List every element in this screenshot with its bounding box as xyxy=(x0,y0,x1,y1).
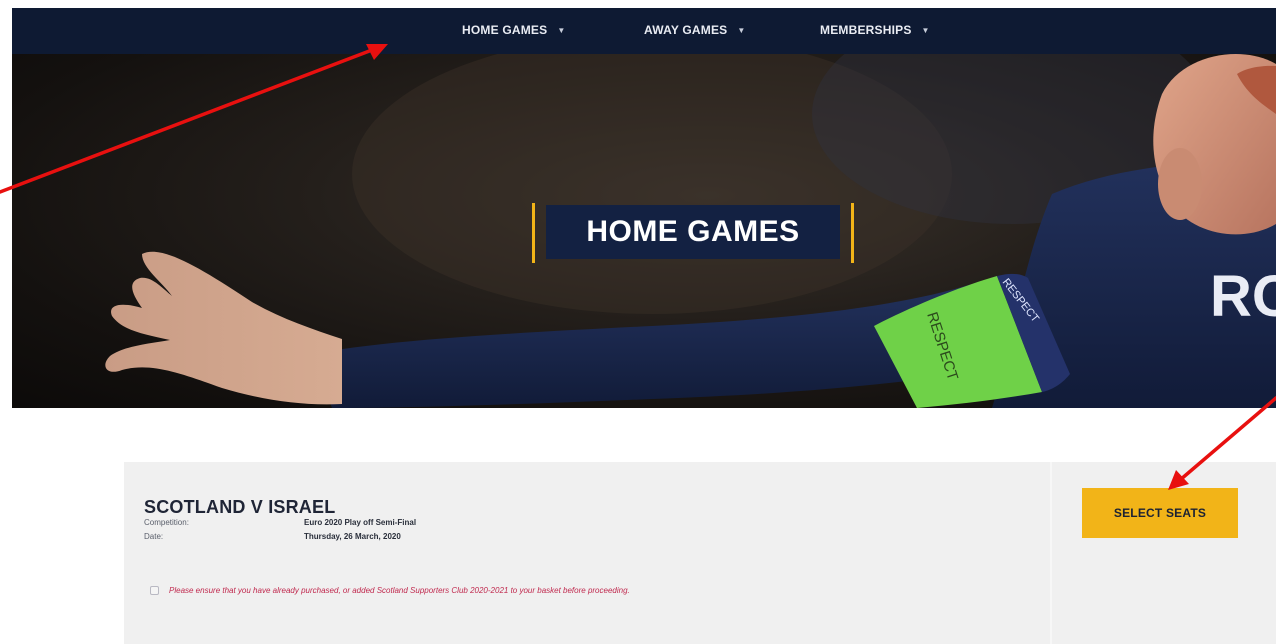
title-accent-bar-right xyxy=(851,203,854,263)
hero-title: HOME GAMES xyxy=(586,215,800,248)
competition-label: Competition: xyxy=(144,518,189,527)
membership-notice: Please ensure that you have already purc… xyxy=(150,586,630,595)
match-card: SCOTLAND V ISRAEL Competition: Euro 2020… xyxy=(124,462,1276,644)
top-nav-bar: HOME GAMES ▼ AWAY GAMES ▼ MEMBERSHIPS ▼ xyxy=(12,8,1276,54)
nav-item-label: AWAY GAMES xyxy=(644,23,728,37)
select-seats-button[interactable]: SELECT SEATS xyxy=(1082,488,1238,538)
chevron-down-icon: ▼ xyxy=(921,25,930,35)
nav-item-label: HOME GAMES xyxy=(462,23,548,37)
nav-item-away-games[interactable]: AWAY GAMES ▼ xyxy=(644,23,745,37)
chevron-down-icon: ▼ xyxy=(737,25,746,35)
page: HOME GAMES ▼ AWAY GAMES ▼ MEMBERSHIPS ▼ xyxy=(0,0,1276,644)
notice-checkbox[interactable] xyxy=(150,586,159,595)
hero-banner: RESPECT RESPECT RO HOME GAMES xyxy=(12,54,1276,408)
nav-item-label: MEMBERSHIPS xyxy=(820,23,912,37)
title-accent-bar-left xyxy=(532,203,535,263)
shirt-lettering: RO xyxy=(1210,264,1276,329)
hero-title-box: HOME GAMES xyxy=(532,203,854,263)
card-divider xyxy=(1050,462,1052,644)
competition-value: Euro 2020 Play off Semi-Final xyxy=(304,518,417,527)
nav-item-home-games[interactable]: HOME GAMES ▼ xyxy=(462,23,565,37)
notice-text: Please ensure that you have already purc… xyxy=(169,586,630,595)
match-title: SCOTLAND V ISRAEL xyxy=(144,497,336,517)
nav-item-memberships[interactable]: MEMBERSHIPS ▼ xyxy=(820,23,930,37)
chevron-down-icon: ▼ xyxy=(557,25,566,35)
date-label: Date: xyxy=(144,532,164,541)
date-value: Thursday, 26 March, 2020 xyxy=(304,532,401,541)
